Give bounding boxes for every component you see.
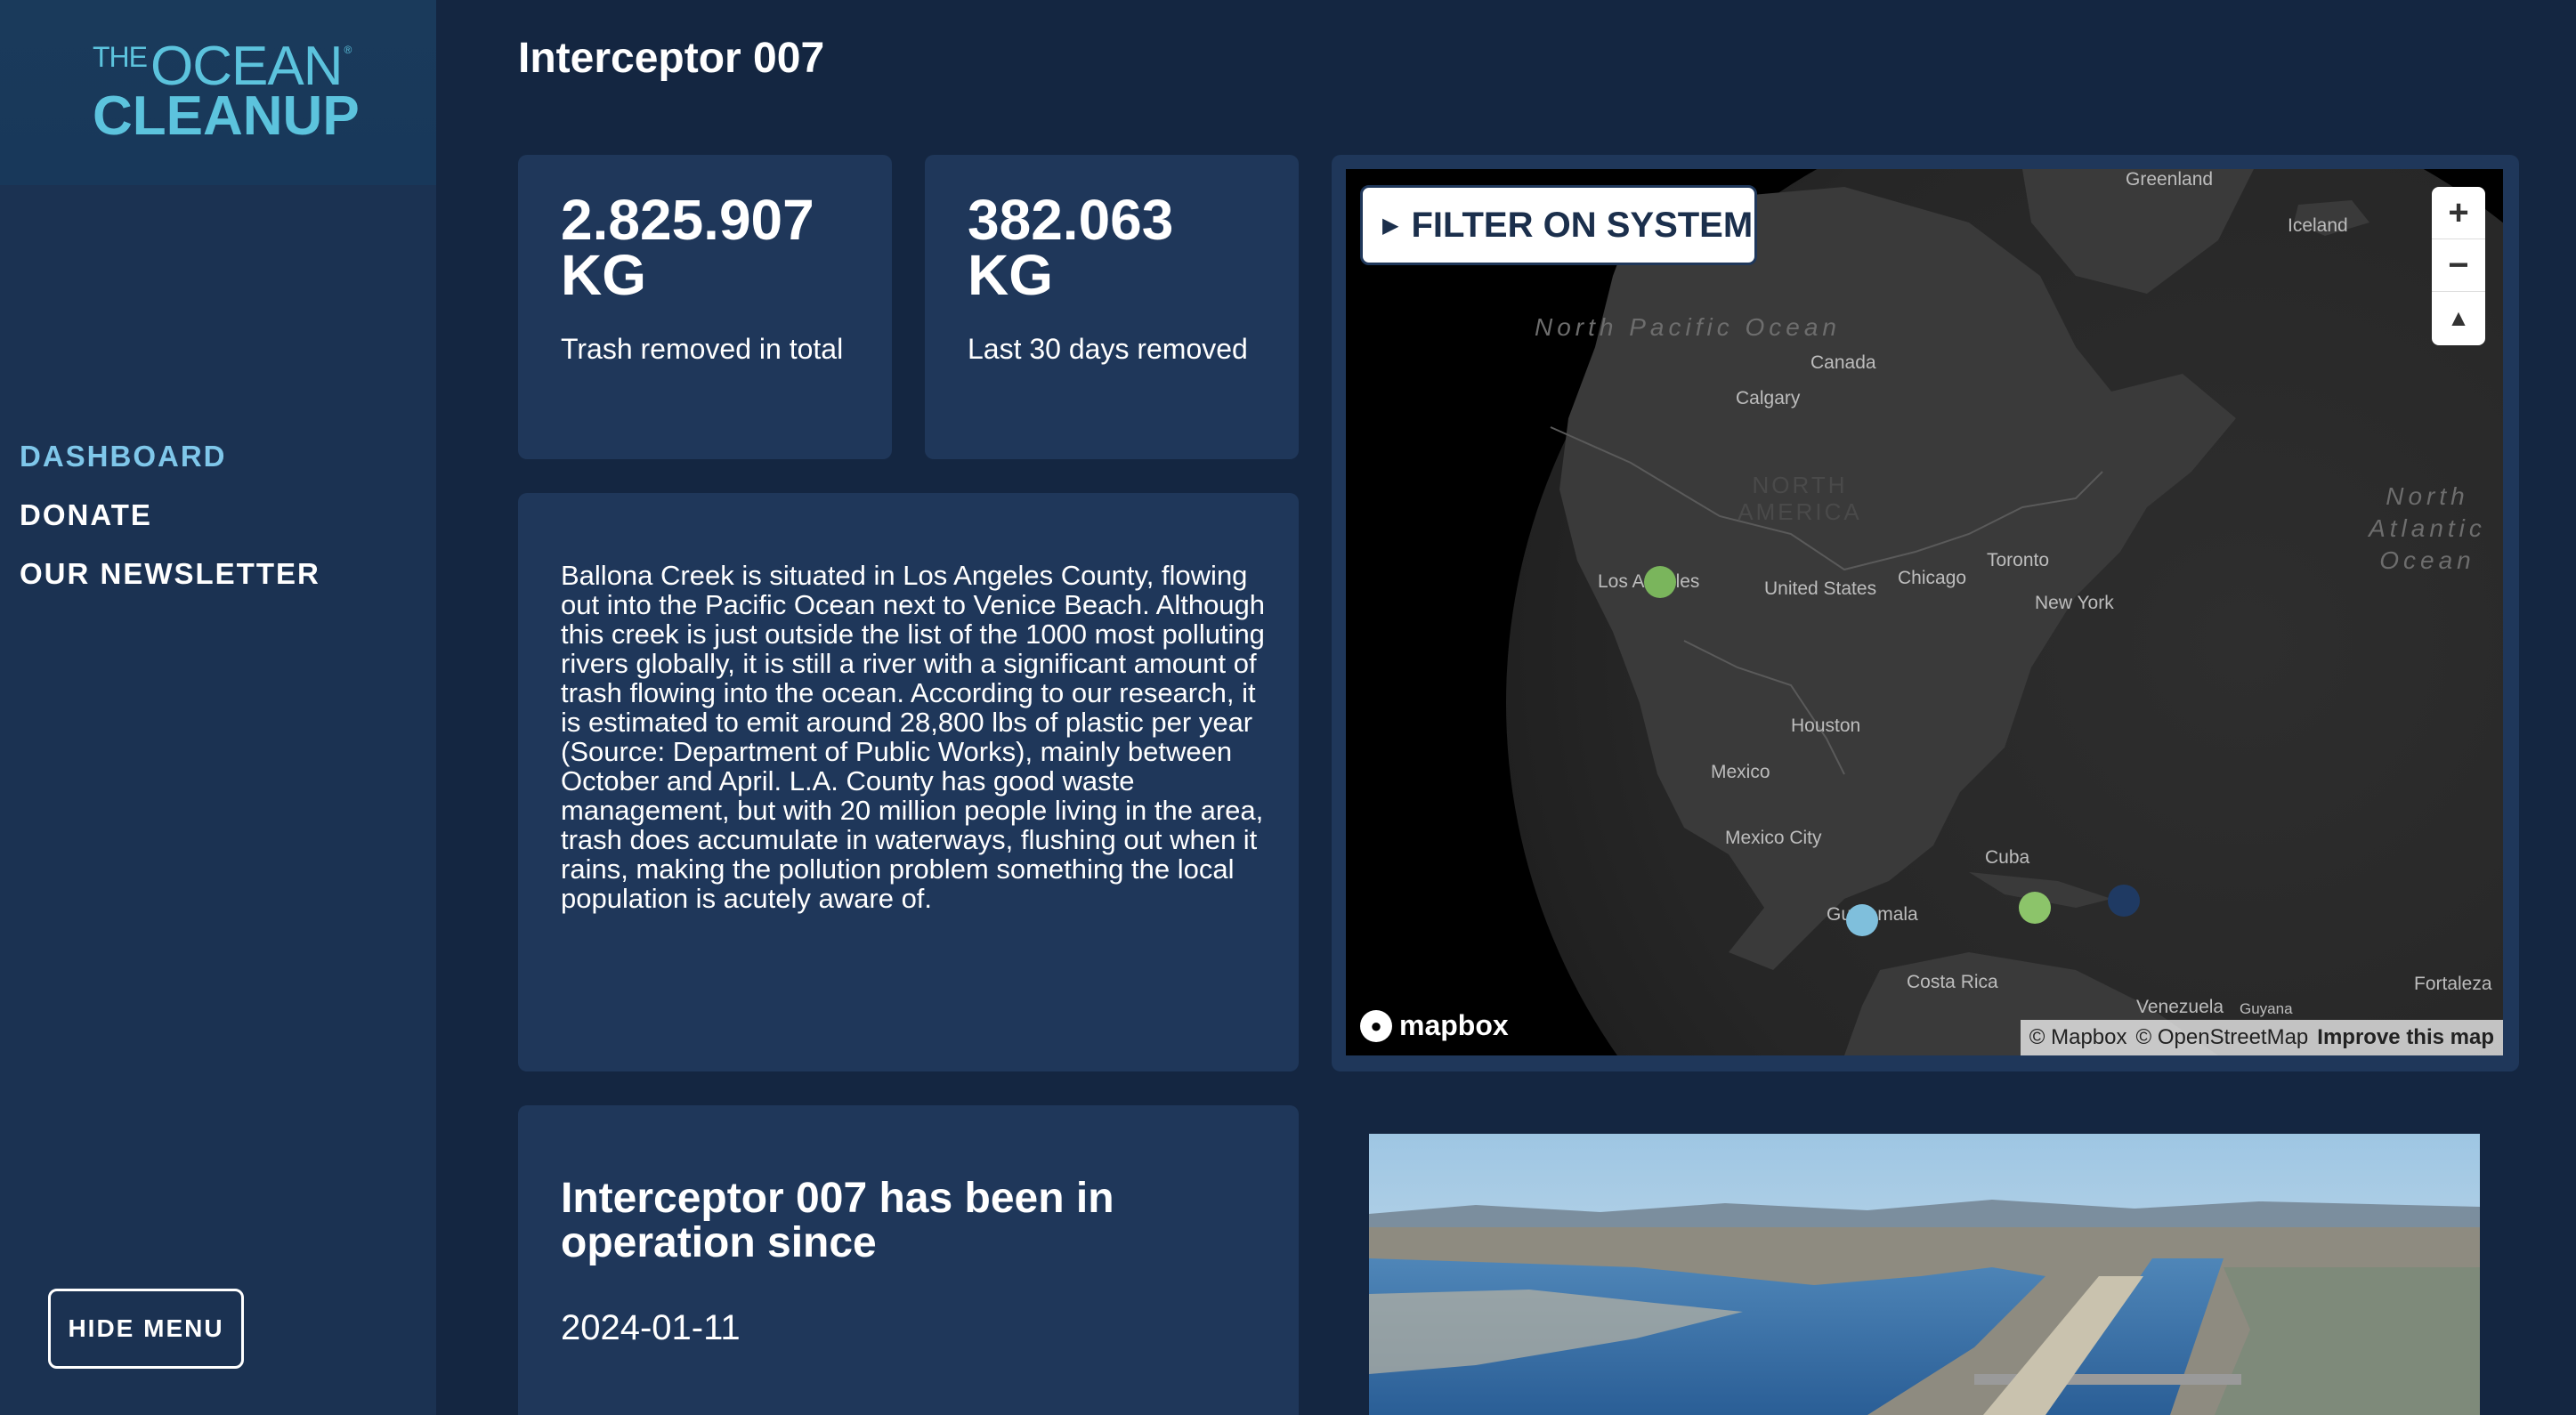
stat-card-total: 2.825.907 KG Trash removed in total — [518, 155, 892, 459]
logo-the: THE — [93, 41, 148, 73]
map-panel: North Pacific Ocean North Atlantic Ocean… — [1332, 155, 2519, 1071]
compass-icon[interactable]: ▲ — [2432, 292, 2485, 344]
description-text: Ballona Creek is situated in Los Angeles… — [561, 560, 1266, 914]
label-canada: Canada — [1810, 352, 1876, 373]
label-north-america: NORTH AMERICA — [1738, 472, 1862, 525]
stat-total-value: 2.825.907 KG — [561, 188, 814, 307]
label-toronto: Toronto — [1987, 550, 2050, 570]
zoom-in-button[interactable]: + — [2432, 187, 2485, 239]
stat-30-days-label: Last 30 days removed — [968, 333, 1248, 365]
logo-registered: ® — [344, 44, 352, 56]
mapbox-icon: ● — [1360, 1009, 1392, 1042]
nav-item-dashboard[interactable]: DASHBOARD — [20, 440, 320, 473]
label-houston: Houston — [1791, 716, 1861, 736]
sidebar: THE OCEAN ® CLEANUP DASHBOARD DONATE OUR… — [0, 0, 436, 1415]
label-mexico-city: Mexico City — [1725, 828, 1822, 848]
label-calgary: Calgary — [1736, 388, 1801, 408]
label-new-york: New York — [2035, 593, 2114, 613]
operation-title: Interceptor 007 has been in operation si… — [561, 1175, 1114, 1266]
marker-caribbean-2[interactable] — [2108, 885, 2140, 917]
label-fortaleza: Fortaleza — [2414, 974, 2492, 994]
map[interactable]: North Pacific Ocean North Atlantic Ocean… — [1346, 169, 2503, 1055]
map-globe — [1506, 169, 2503, 1055]
label-costa-rica: Costa Rica — [1907, 972, 1998, 992]
hide-menu-button[interactable]: HIDE MENU — [48, 1289, 244, 1369]
stat-30-days-value: 382.063 KG — [968, 188, 1174, 307]
label-north-atlantic: North Atlantic Ocean — [2369, 482, 2486, 574]
stat-30-days-unit: KG — [968, 243, 1053, 307]
map-attribution: © Mapbox © OpenStreetMap Improve this ma… — [2020, 1020, 2503, 1055]
zoom-out-button[interactable]: − — [2432, 239, 2485, 292]
nav-item-donate[interactable]: DONATE — [20, 498, 320, 532]
marker-los-angeles[interactable] — [1644, 566, 1676, 598]
label-guyana: Guyana — [2240, 1000, 2293, 1017]
attribution-mapbox-link[interactable]: © Mapbox — [2029, 1025, 2127, 1050]
label-cuba: Cuba — [1985, 847, 2030, 868]
improve-map-link[interactable]: Improve this map — [2317, 1025, 2494, 1050]
page-title: Interceptor 007 — [518, 35, 825, 82]
filter-on-system-button[interactable]: ▶ FILTER ON SYSTEM — [1360, 185, 1757, 265]
label-iceland: Iceland — [2288, 215, 2348, 236]
main-nav: DASHBOARD DONATE OUR NEWSLETTER — [20, 440, 320, 616]
ocean-cleanup-logo[interactable]: THE OCEAN ® CLEANUP — [93, 39, 360, 144]
triangle-right-icon: ▶ — [1382, 213, 1399, 238]
stat-card-30-days: 382.063 KG Last 30 days removed — [925, 155, 1299, 459]
label-united-states: United States — [1764, 578, 1877, 599]
zoom-controls: + − ▲ — [2432, 187, 2485, 345]
label-north-pacific: North Pacific Ocean — [1535, 313, 1841, 341]
logo-area: THE OCEAN ® CLEANUP — [0, 0, 436, 185]
stat-total-number: 2.825.907 — [561, 188, 814, 252]
mapbox-logo[interactable]: ● mapbox — [1360, 1009, 1509, 1042]
stat-30-days-number: 382.063 — [968, 188, 1174, 252]
marker-guatemala[interactable] — [1846, 904, 1878, 936]
mapbox-wordmark: mapbox — [1399, 1009, 1509, 1041]
stat-total-unit: KG — [561, 243, 646, 307]
description-card: Ballona Creek is situated in Los Angeles… — [518, 493, 1299, 1071]
location-photo — [1369, 1134, 2480, 1415]
operation-card: Interceptor 007 has been in operation si… — [518, 1105, 1299, 1415]
label-mexico: Mexico — [1711, 762, 1770, 782]
nav-item-newsletter[interactable]: OUR NEWSLETTER — [20, 557, 320, 591]
ballona-creek-aerial-image — [1369, 1134, 2480, 1415]
label-chicago: Chicago — [1898, 568, 1967, 588]
logo-cleanup: CLEANUP — [93, 85, 360, 147]
stat-total-label: Trash removed in total — [561, 333, 844, 365]
label-venezuela: Venezuela — [2136, 997, 2224, 1017]
operation-date: 2024-01-11 — [561, 1308, 741, 1347]
marker-caribbean-1[interactable] — [2019, 892, 2051, 924]
filter-label: FILTER ON SYSTEM — [1411, 205, 1754, 245]
label-greenland: Greenland — [2126, 169, 2214, 190]
attribution-osm-link[interactable]: © OpenStreetMap — [2136, 1025, 2309, 1050]
